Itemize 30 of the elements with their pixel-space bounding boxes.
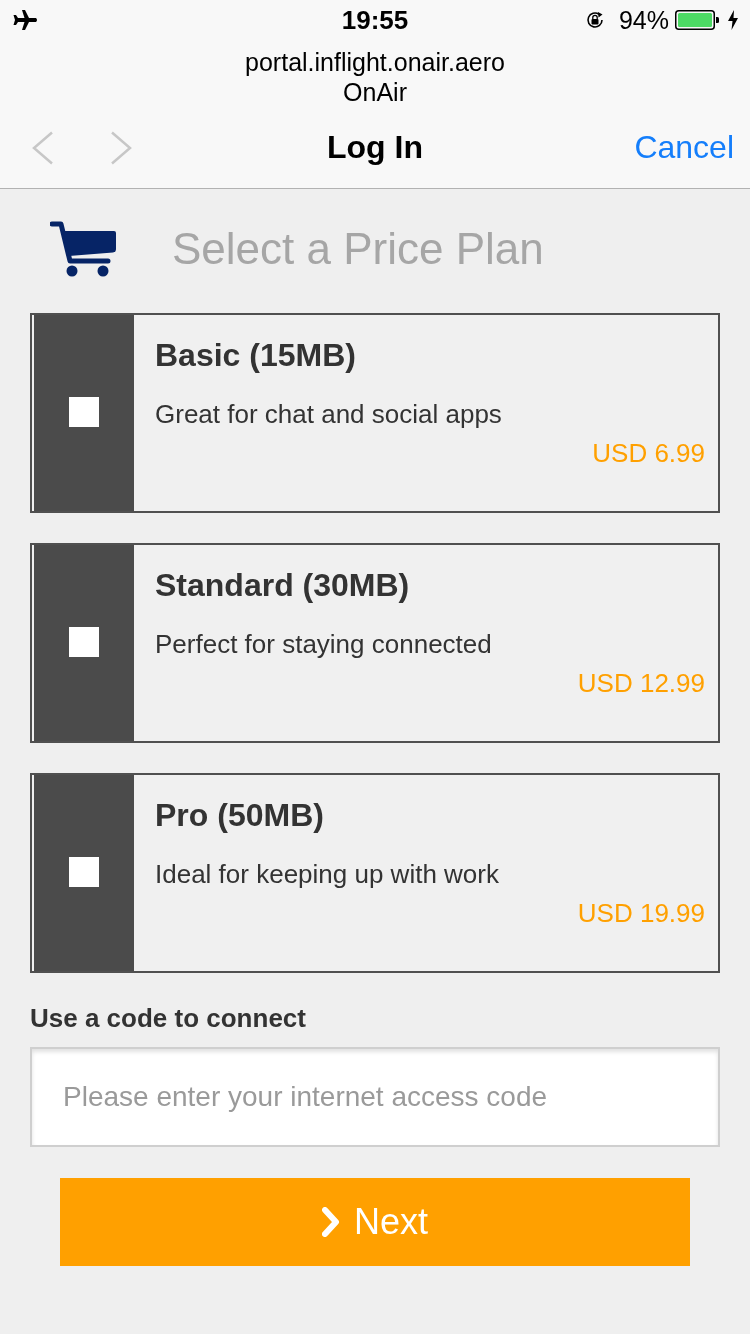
code-section-label: Use a code to connect — [30, 1003, 306, 1033]
plan-checkbox[interactable] — [69, 857, 99, 887]
plan-name: Pro (50MB) — [155, 796, 325, 835]
price-plan-card[interactable]: Standard (30MB) Perfect for staying connected USD 12.99 — [30, 543, 720, 743]
page-title: Select a Price Plan — [172, 223, 544, 275]
plan-price: USD 12.99 — [577, 667, 705, 700]
plan-name: Basic (15MB) — [155, 336, 357, 375]
access-code-input-field[interactable]: Please enter your internet access code — [30, 1047, 720, 1147]
nav-title: Log In — [327, 129, 423, 166]
battery-icon — [675, 10, 719, 30]
charging-bolt-icon — [728, 10, 738, 30]
airplane-mode-icon — [12, 10, 38, 30]
shopping-cart-icon — [50, 221, 116, 277]
rotation-lock-icon — [584, 10, 605, 30]
page-url: portal.inflight.onair.aero — [245, 47, 505, 77]
site-name: OnAir — [343, 77, 407, 107]
chevron-right-icon — [322, 1207, 340, 1237]
plan-description: Perfect for staying connected — [155, 628, 493, 661]
price-plan-card[interactable]: Basic (15MB) Great for chat and social apps USD 6.99 — [30, 313, 720, 513]
plan-description: Ideal for keeping up with work — [155, 858, 500, 891]
plan-price: USD 19.99 — [577, 897, 705, 930]
plan-description: Great for chat and social apps — [155, 398, 503, 431]
plan-name: Standard (30MB) — [155, 566, 411, 605]
price-plan-card[interactable]: Pro (50MB) Ideal for keeping up with work USD 19.99 — [30, 773, 720, 973]
plan-checkbox[interactable] — [69, 627, 99, 657]
plan-price: USD 6.99 — [592, 437, 705, 470]
plan-checkbox[interactable] — [69, 397, 99, 427]
battery-percentage: 94% — [618, 5, 669, 35]
cancel-button[interactable]: Cancel — [634, 129, 734, 166]
status-time: 19:55 — [341, 4, 409, 36]
